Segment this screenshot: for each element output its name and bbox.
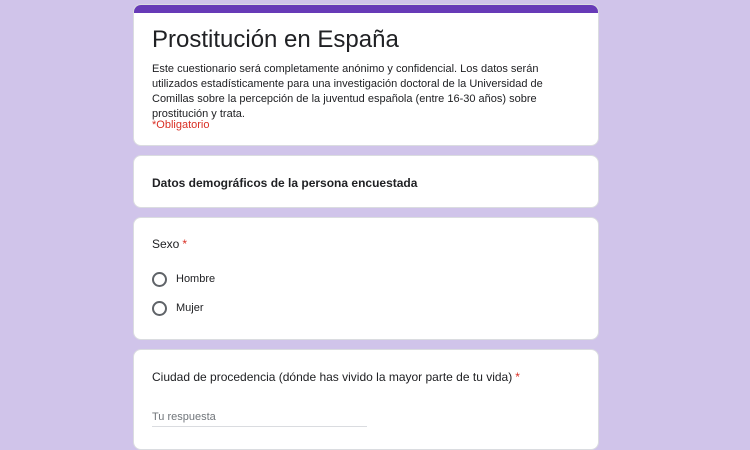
ciudad-answer-input[interactable]	[152, 407, 367, 427]
question-sexo-title: Sexo *	[152, 237, 187, 251]
required-asterisk: *	[515, 370, 520, 384]
section-title: Datos demográficos de la persona encuest…	[152, 176, 418, 190]
form-header-card: Prostitución en España Este cuestionario…	[133, 4, 599, 146]
radio-label-hombre: Hombre	[176, 273, 216, 285]
radio-circle-icon[interactable]	[152, 271, 167, 287]
header-accent-bar	[134, 5, 598, 13]
question-sexo-card: Sexo * Hombre Mujer	[133, 217, 599, 340]
section-header-card: Datos demográficos de la persona encuest…	[133, 155, 599, 208]
required-note: *Obligatorio	[152, 119, 210, 131]
question-sexo-label: Sexo	[152, 237, 180, 251]
question-ciudad-title: Ciudad de procedencia (dónde has vivido …	[152, 370, 520, 384]
radio-label-mujer: Mujer	[176, 302, 204, 314]
radio-option-hombre[interactable]: Hombre	[152, 270, 215, 288]
radio-option-mujer[interactable]: Mujer	[152, 299, 204, 317]
question-ciudad-card: Ciudad de procedencia (dónde has vivido …	[133, 349, 599, 450]
form-description: Este cuestionario será completamente anó…	[152, 63, 543, 120]
radio-circle-icon[interactable]	[152, 300, 167, 316]
form-title: Prostitución en España	[152, 26, 399, 53]
required-asterisk: *	[182, 237, 188, 251]
question-ciudad-label: Ciudad de procedencia (dónde has vivido …	[152, 370, 513, 384]
form-page: Prostitución en España Este cuestionario…	[0, 0, 750, 450]
